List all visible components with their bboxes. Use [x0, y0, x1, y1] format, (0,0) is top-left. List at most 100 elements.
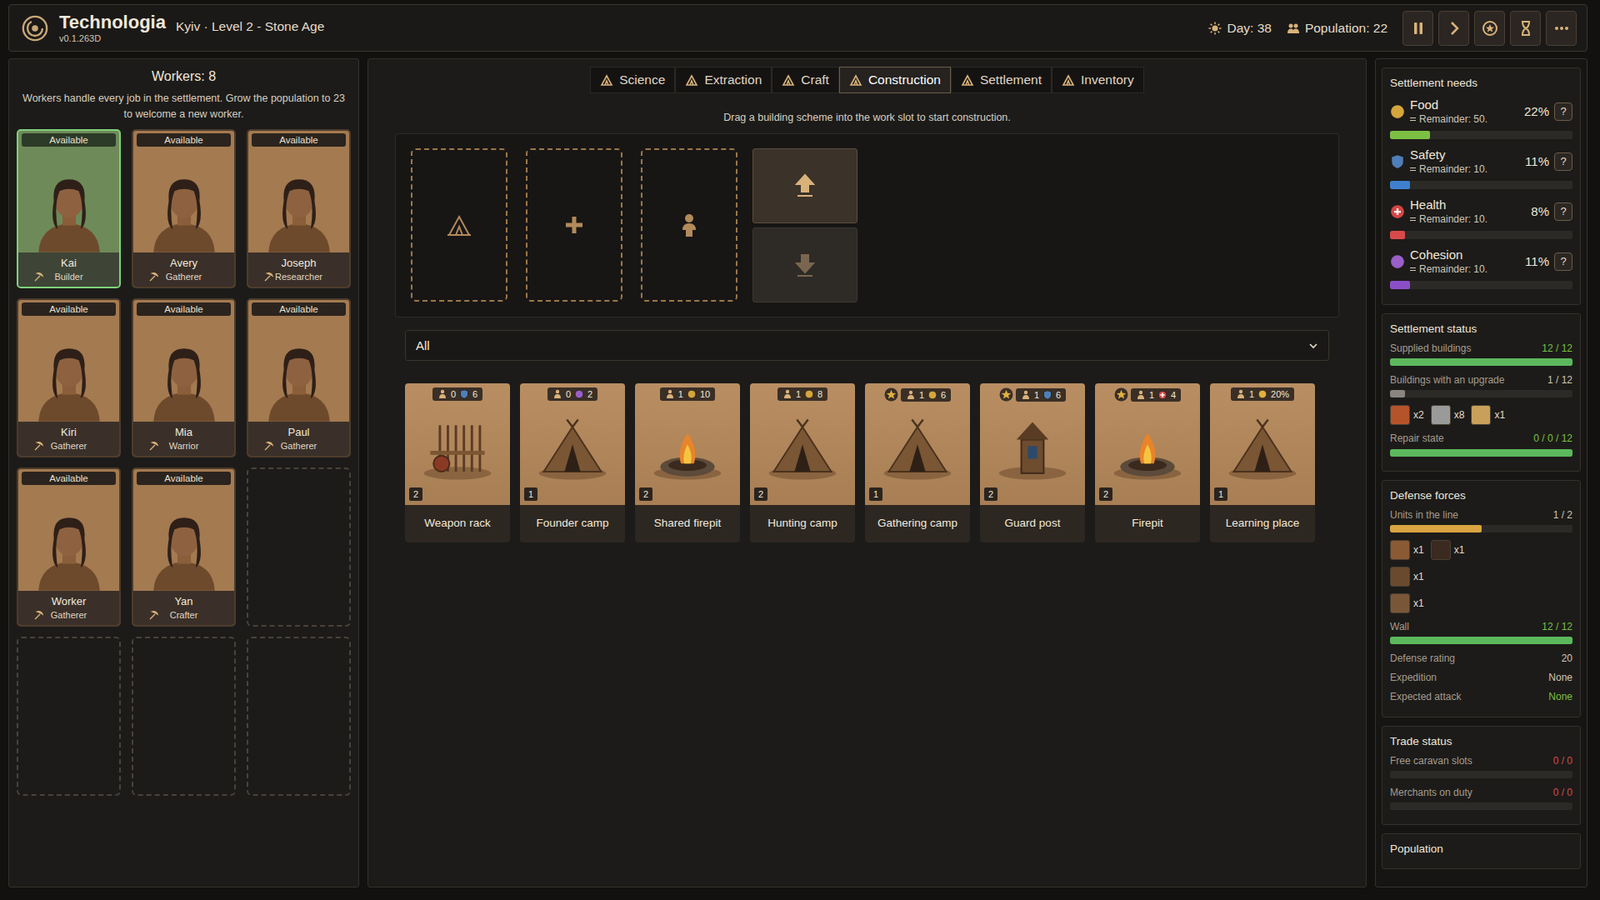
status-label: Supplied buildings — [1390, 341, 1471, 355]
building-card[interactable]: 120%1Learning place — [1210, 383, 1315, 543]
item: x1 — [1390, 593, 1425, 614]
effect-value: 10 — [700, 389, 710, 400]
building-count: 1 — [524, 487, 538, 501]
building-card[interactable]: 182Hunting camp — [750, 383, 855, 543]
item: x1 — [1470, 405, 1505, 425]
tab[interactable]: Science — [590, 66, 675, 94]
help-button[interactable]: ? — [1554, 102, 1573, 121]
item-icon — [1430, 540, 1451, 560]
effect-value: 6 — [1055, 390, 1061, 400]
settlement-needs-panel: Settlement needsFoodRemainder: 50.22%?Sa… — [1381, 67, 1581, 305]
tab[interactable]: Craft — [771, 66, 840, 94]
portrait-icon — [30, 504, 108, 591]
work-slot[interactable] — [640, 148, 738, 302]
tab[interactable]: Settlement — [950, 66, 1052, 94]
worker-count: 1 — [1249, 389, 1255, 400]
status-bar-row: Wall12 / 12 — [1390, 620, 1573, 645]
tab-icon — [781, 73, 795, 87]
star-badge-icon — [999, 387, 1014, 402]
building-badges: 120% — [1210, 387, 1315, 401]
building-art-icon — [532, 418, 613, 484]
main-area: Workers: 8Workers handle every job in th… — [8, 58, 1588, 888]
worker-count: 1 — [919, 390, 925, 400]
worker-count: 1 — [678, 389, 684, 400]
need-row: FoodRemainder: 50.22%? — [1390, 97, 1573, 140]
worker-card[interactable]: AvailableKaiBuilder — [16, 129, 121, 289]
worker-portrait — [18, 485, 120, 591]
status-panel: Defense forcesUnits in the line1 / 2x1x1… — [1381, 480, 1581, 718]
building-card[interactable]: 1102Shared firepit — [635, 383, 740, 543]
item-icon — [1430, 405, 1451, 425]
pause-button[interactable] — [1402, 10, 1434, 46]
hourglass-icon — [1517, 20, 1535, 37]
status-badge: Available — [251, 133, 346, 147]
worker-card[interactable]: AvailableKiriGatherer — [16, 298, 121, 458]
status-label: Buildings with an upgrade — [1390, 373, 1505, 387]
building-filter-dropdown[interactable]: All — [405, 330, 1330, 361]
portrait-icon — [30, 335, 108, 422]
building-badges: 18 — [750, 387, 855, 401]
worker-info: AveryGatherer — [133, 252, 235, 287]
need-row: HealthRemainder: 10.8%? — [1390, 197, 1573, 240]
construction-hint: Drag a building scheme into the work slo… — [395, 111, 1340, 124]
building-card[interactable]: 062Weapon rack — [405, 383, 510, 543]
building-list: 062Weapon rack021Founder camp1102Shared … — [395, 383, 1340, 543]
status-panel: Trade statusFree caravan slots0 / 0Merch… — [1381, 725, 1581, 825]
item: x2 — [1390, 405, 1425, 425]
building-stats: 18 — [777, 387, 828, 401]
work-slot[interactable] — [410, 148, 508, 302]
worker-name: Avery — [136, 256, 231, 270]
tab[interactable]: Extraction — [675, 66, 772, 94]
status-badge: Available — [21, 302, 116, 316]
need-percent: 11% — [1525, 254, 1550, 269]
worker-card[interactable]: AvailableWorkerGatherer — [16, 467, 121, 627]
help-button[interactable]: ? — [1554, 202, 1573, 221]
work-slot[interactable] — [525, 148, 623, 302]
time-controls — [1402, 10, 1577, 46]
worker-card[interactable]: AvailableMiaWarrior — [131, 298, 236, 458]
need-remainder: Remainder: 10. — [1410, 163, 1520, 175]
building-art-icon — [762, 418, 843, 484]
help-button[interactable]: ? — [1554, 152, 1573, 171]
empty-worker-slot — [131, 636, 236, 796]
stat-value: 20 — [1561, 651, 1573, 665]
workers-panel: Workers: 8Workers handle every job in th… — [8, 58, 360, 888]
role-icon — [33, 440, 44, 451]
worker-card[interactable]: AvailableAveryGatherer — [131, 129, 236, 289]
next-button[interactable] — [1438, 10, 1470, 46]
status-value: 0 / 0 / 12 — [1533, 431, 1573, 445]
more-button[interactable] — [1545, 10, 1577, 46]
tab[interactable]: Inventory — [1051, 66, 1145, 94]
day-counter: Day: 38 — [1208, 20, 1271, 36]
worker-icon — [552, 389, 563, 400]
building-card[interactable]: 021Founder camp — [520, 383, 625, 543]
building-card[interactable]: 162Guard post — [980, 383, 1085, 543]
need-name: Food — [1410, 97, 1520, 112]
building-name: Gathering camp — [865, 505, 970, 543]
status-bar-row: Free caravan slots0 / 0 — [1390, 754, 1573, 779]
item-row: x1x1 — [1390, 540, 1573, 560]
worker-role: Researcher — [251, 271, 346, 282]
need-bar — [1390, 280, 1573, 290]
tab[interactable]: Construction — [839, 66, 951, 94]
worker-icon — [665, 389, 675, 400]
status-badge: Available — [136, 471, 231, 485]
status-value: 1 / 12 — [1547, 373, 1573, 387]
stat-label: Defense rating — [1390, 651, 1455, 665]
worker-card[interactable]: AvailableYanCrafter — [131, 467, 236, 627]
worker-card[interactable]: AvailableJosephResearcher — [246, 129, 351, 289]
status-bar-row: Repair state0 / 0 / 12 — [1390, 431, 1573, 456]
need-remainder: Remainder: 10. — [1410, 263, 1520, 275]
achievements-button[interactable] — [1474, 10, 1505, 46]
role-icon — [148, 610, 159, 620]
arrow-down-icon — [795, 252, 815, 278]
speed-button[interactable] — [1510, 10, 1541, 46]
building-card[interactable]: 161Gathering camp — [865, 383, 970, 543]
worker-card[interactable]: AvailablePaulGatherer — [246, 298, 351, 458]
help-button[interactable]: ? — [1554, 252, 1573, 271]
building-stats: 02 — [547, 387, 598, 401]
role-icon — [33, 271, 44, 282]
app-version: v0.1.263D — [59, 33, 166, 44]
building-card[interactable]: 142Firepit — [1095, 383, 1200, 543]
up-button[interactable] — [752, 148, 858, 224]
